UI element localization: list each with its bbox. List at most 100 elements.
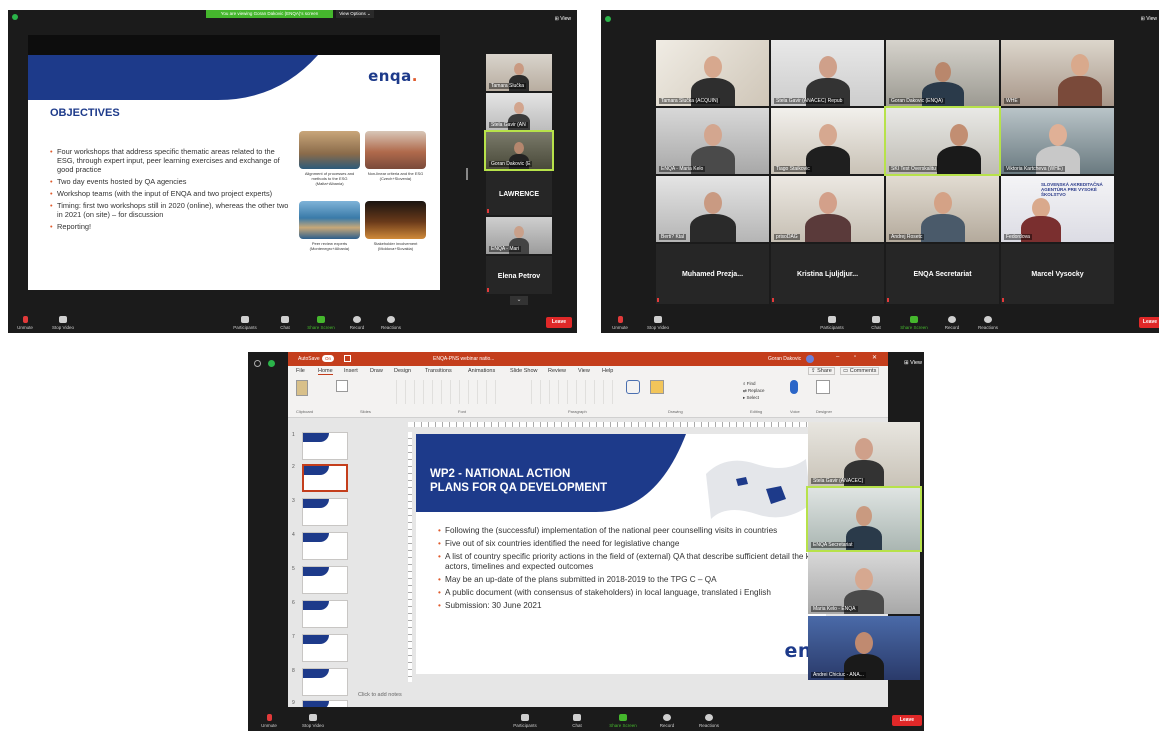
new-slide-icon[interactable] xyxy=(336,380,348,392)
slide-thumbnail[interactable] xyxy=(302,668,348,696)
chat-label: Chat xyxy=(280,325,290,330)
chat-button[interactable]: Chat xyxy=(560,714,594,728)
participant-tile[interactable]: Stela Gavir (AN xyxy=(486,93,552,130)
gallery-tile[interactable]: ENQA - Maria Kelo xyxy=(656,108,769,174)
slide-thumbnail[interactable] xyxy=(302,532,348,560)
tab-file[interactable]: File xyxy=(296,368,305,374)
stop-video-button[interactable]: Stop Video xyxy=(296,714,330,728)
participants-button[interactable]: Participants xyxy=(815,316,849,330)
view-button[interactable]: ⊞ View xyxy=(555,16,571,22)
notes-pane[interactable]: Click to add notes xyxy=(358,692,402,698)
paragraph-controls[interactable] xyxy=(523,380,613,404)
chat-button[interactable]: Chat xyxy=(859,316,893,330)
shapes-icon[interactable] xyxy=(626,380,640,394)
tab-transitions[interactable]: Transitions xyxy=(425,368,452,374)
tab-slide-show[interactable]: Slide Show xyxy=(510,368,538,374)
group-label: Font xyxy=(458,409,467,414)
reactions-button[interactable]: Reactions xyxy=(971,316,1005,330)
slide-thumbnail[interactable] xyxy=(302,566,348,594)
share-screen-button[interactable]: Share Screen xyxy=(606,714,640,728)
close-icon[interactable]: ✕ xyxy=(872,354,877,361)
tab-home[interactable]: Home xyxy=(318,368,333,375)
maximize-icon[interactable]: ▫ xyxy=(854,354,856,360)
gallery-tile[interactable]: Tiago Staikovic xyxy=(771,108,884,174)
gallery-tile[interactable]: Kristina Ljuljdjur... xyxy=(771,244,884,304)
leave-button[interactable]: Leave xyxy=(1139,317,1159,328)
gallery-tile[interactable]: Stela Gavir (ANACEC) Repub xyxy=(771,40,884,106)
comments-button[interactable]: ▭ Comments xyxy=(840,367,880,375)
arrange-icon[interactable] xyxy=(650,380,664,394)
tab-design[interactable]: Design xyxy=(394,368,411,374)
autosave-toggle[interactable]: On xyxy=(322,355,335,362)
shield-icon xyxy=(268,360,275,367)
participant-tile[interactable]: ENQA - Mari xyxy=(486,217,552,254)
slide-thumbnail-selected[interactable] xyxy=(302,464,348,492)
tab-animations[interactable]: Animations xyxy=(468,368,495,374)
participants-button[interactable]: Participants xyxy=(508,714,542,728)
share-screen-button[interactable]: Share Screen xyxy=(304,316,338,330)
dictate-icon[interactable] xyxy=(790,380,798,394)
participant-tile[interactable]: Andrei Chiciuc - ANA... xyxy=(808,616,920,680)
unmute-button[interactable]: Unmute xyxy=(252,714,286,728)
leave-button[interactable]: Leave xyxy=(546,317,572,328)
minimize-icon[interactable]: – xyxy=(836,354,839,360)
muted-mic-icon xyxy=(887,298,889,302)
editing-slide[interactable]: WP2 - NATIONAL ACTION PLANS FOR QA DEVEL… xyxy=(416,434,826,674)
slide-thumbnail[interactable] xyxy=(302,498,348,526)
participant-tile[interactable]: Stela Gavir (ANACEC) xyxy=(808,422,920,486)
gallery-tile[interactable]: prisoDAG xyxy=(771,176,884,242)
leave-button[interactable]: Leave xyxy=(892,715,922,726)
collapse-divider-handle[interactable] xyxy=(466,168,468,180)
save-icon[interactable] xyxy=(344,355,351,362)
gallery-tile-active[interactable]: SKI Test Overskalitu xyxy=(884,106,1001,176)
slide-thumbnail[interactable] xyxy=(302,432,348,460)
slide-thumbnail[interactable] xyxy=(302,600,348,628)
gallery-tile[interactable]: Goran Dakovic (ENQA) xyxy=(886,40,999,106)
record-button[interactable]: Record xyxy=(650,714,684,728)
paste-icon[interactable] xyxy=(296,380,308,396)
participant-tile[interactable]: Elena Petrov xyxy=(486,256,552,294)
slide-thumbnail[interactable] xyxy=(302,634,348,662)
record-button[interactable]: Record xyxy=(340,316,374,330)
gallery-tile[interactable]: WHE xyxy=(1001,40,1114,106)
user-avatar[interactable] xyxy=(806,355,814,363)
participant-tile-active[interactable]: ENQA Secretariat xyxy=(806,486,922,552)
record-button[interactable]: Record xyxy=(935,316,969,330)
thumb-number: 1 xyxy=(292,432,295,438)
view-button[interactable]: ⊞ View xyxy=(904,360,922,366)
gallery-tile[interactable]: Viktoria Kartcheva (WHE) xyxy=(1001,108,1114,174)
slide-thumbnail[interactable] xyxy=(302,700,348,707)
design-ideas-icon[interactable] xyxy=(816,380,830,394)
tab-help[interactable]: Help xyxy=(602,368,613,374)
chat-button[interactable]: Chat xyxy=(268,316,302,330)
share-button[interactable]: ⇪ Share xyxy=(808,367,835,375)
participant-tile[interactable]: LAWRENCE xyxy=(486,171,552,215)
font-controls[interactable] xyxy=(388,380,498,404)
reactions-button[interactable]: Reactions xyxy=(692,714,726,728)
stop-video-button[interactable]: Stop Video xyxy=(46,316,80,330)
unmute-button[interactable]: Unmute xyxy=(603,316,637,330)
gallery-tile[interactable]: Muhamed Prezja... xyxy=(656,244,769,304)
unmute-button[interactable]: Unmute xyxy=(8,316,42,330)
tab-insert[interactable]: Insert xyxy=(344,368,358,374)
share-screen-button[interactable]: Share Screen xyxy=(897,316,931,330)
participant-tile[interactable]: Maria Kelo - ENQA xyxy=(808,552,920,614)
gallery-tile[interactable]: SLOVENSKÁ AKREDITAČNÁ AGENTÚRA PRE VYSOK… xyxy=(1001,176,1114,242)
stop-video-button[interactable]: Stop Video xyxy=(641,316,675,330)
reactions-button[interactable]: Reactions xyxy=(374,316,408,330)
view-options-button[interactable]: View Options ⌄ xyxy=(336,10,374,18)
gallery-tile[interactable]: Andrej Rosetc xyxy=(886,176,999,242)
tab-review[interactable]: Review xyxy=(548,368,566,374)
participant-tile[interactable]: Tamara Slučka xyxy=(486,54,552,91)
tab-draw[interactable]: Draw xyxy=(370,368,383,374)
gallery-tile[interactable]: Tamara Slučka (ACQUIN) xyxy=(656,40,769,106)
view-button[interactable]: ⊞ View xyxy=(1141,16,1157,22)
find-icon[interactable]: ⌕ Find ⇄ Replace ▸ Select xyxy=(743,380,773,404)
gallery-tile[interactable]: Berti? Ktal xyxy=(656,176,769,242)
gallery-tile[interactable]: Marcel Vysocky xyxy=(1001,244,1114,304)
participants-button[interactable]: Participants xyxy=(228,316,262,330)
scroll-down-chevron-icon[interactable]: ⌄ xyxy=(510,296,528,305)
participant-tile-active[interactable]: Goran Dakovic (E xyxy=(484,130,554,171)
tab-view[interactable]: View xyxy=(578,368,590,374)
gallery-tile[interactable]: ENQA Secretariat xyxy=(886,244,999,304)
